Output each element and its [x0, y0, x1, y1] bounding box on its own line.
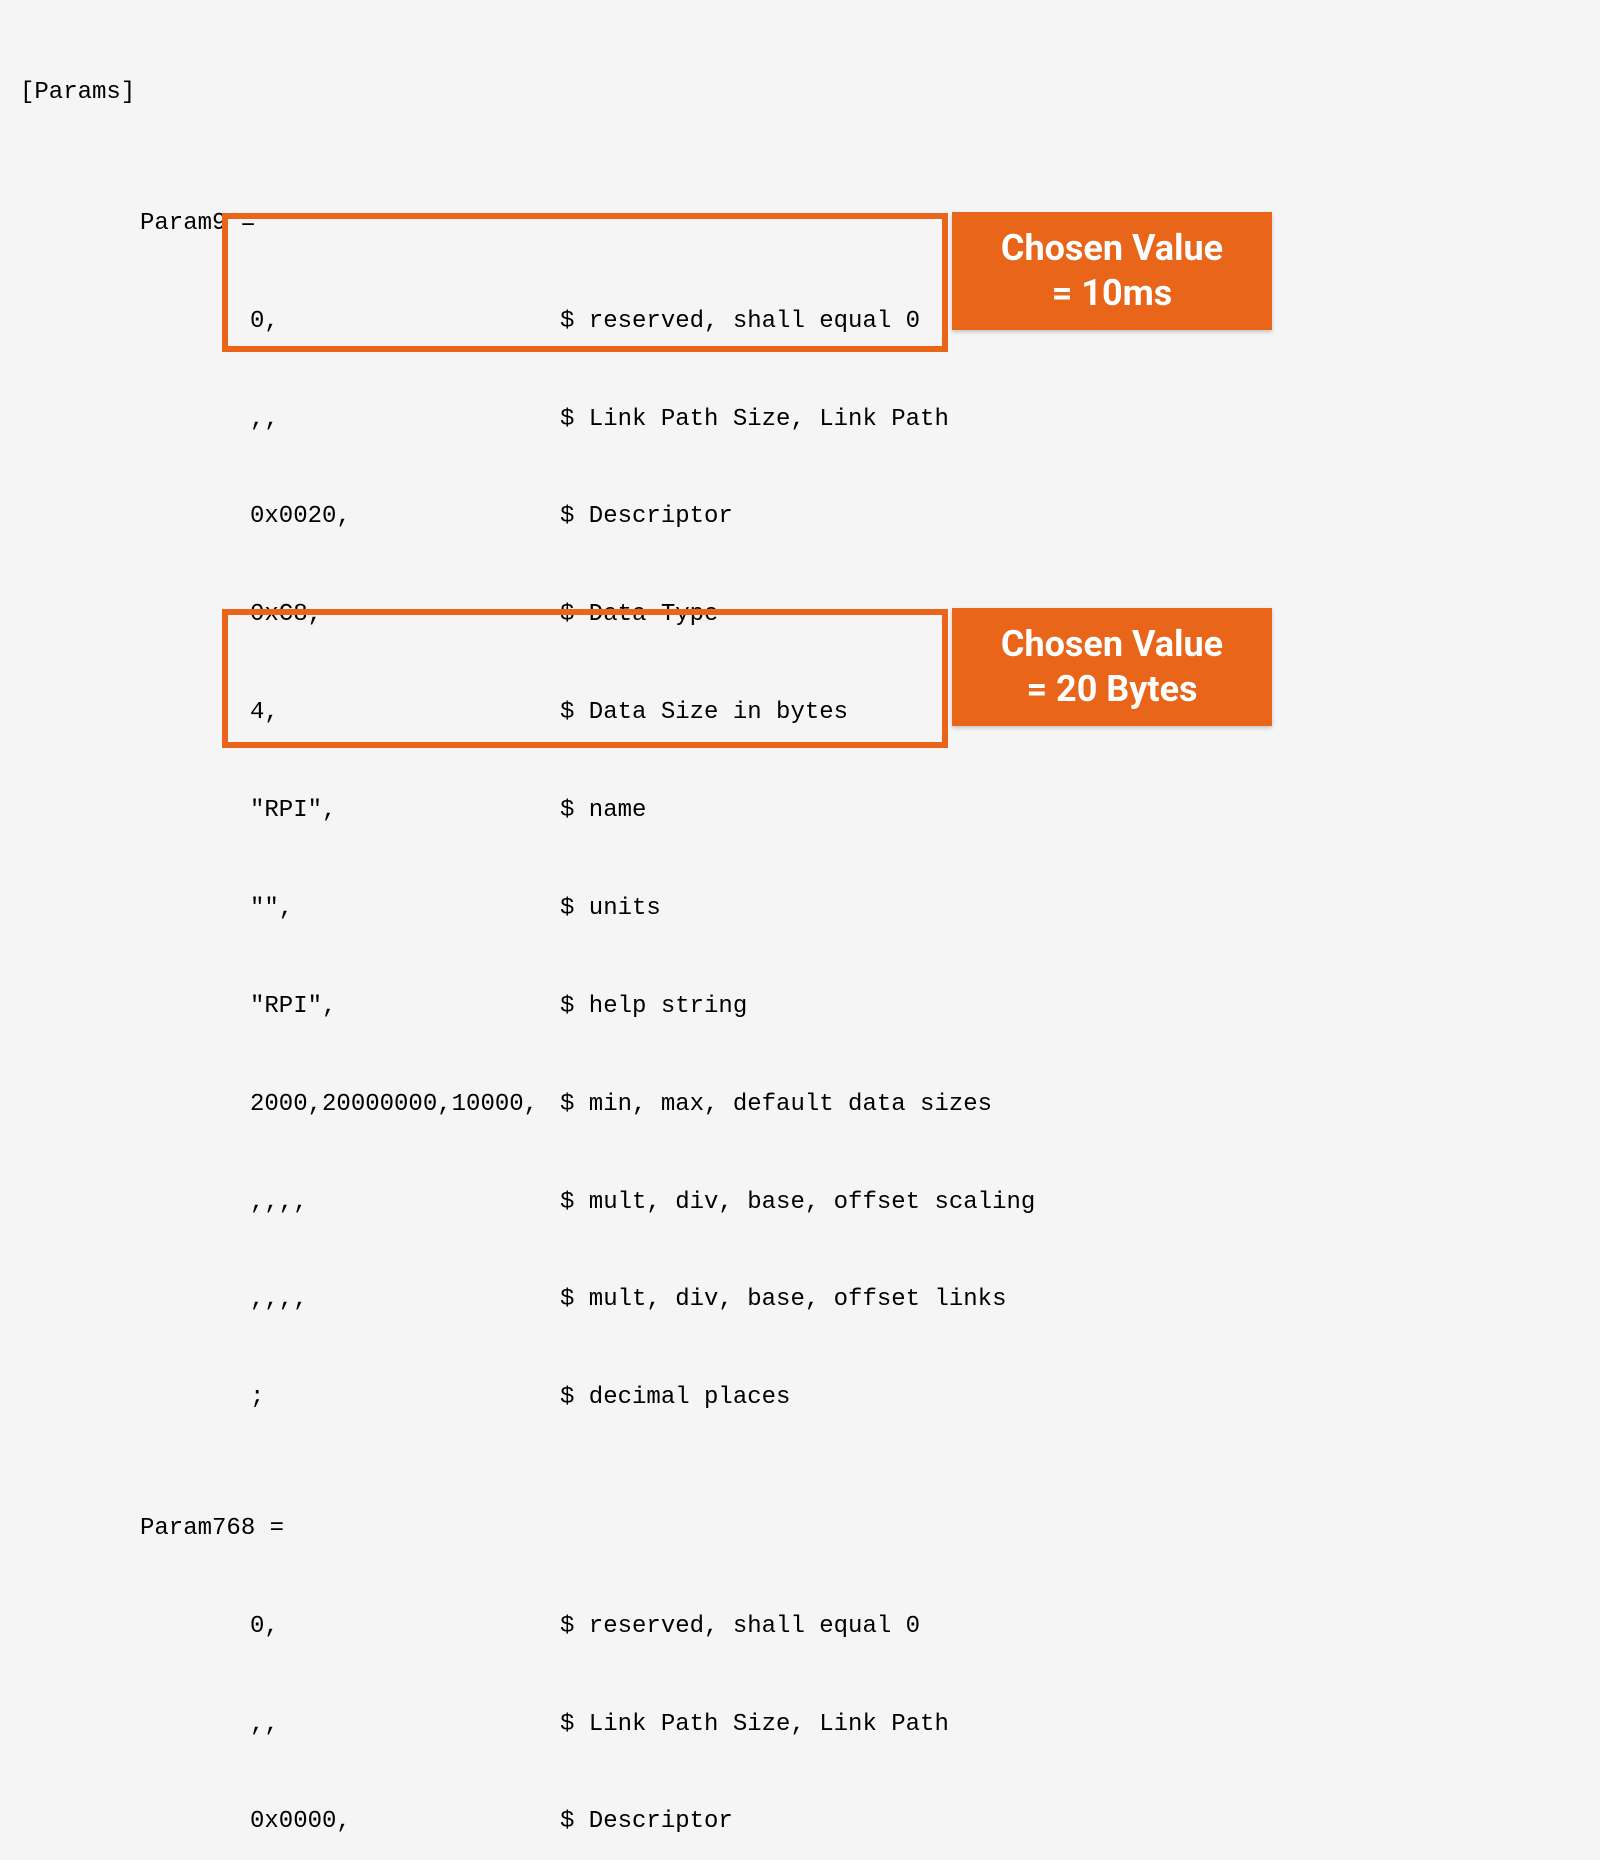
code-line: ;$ decimal places: [20, 1382, 1580, 1415]
code-block: [Params] Param9 = 0,$ reserved, shall eq…: [20, 12, 1580, 1860]
code-line: "",$ units: [20, 893, 1580, 926]
code-line: "RPI",$ help string: [20, 991, 1580, 1024]
code-line: 2000,20000000,10000,$ min, max, default …: [20, 1089, 1580, 1122]
section-header: [Params]: [20, 77, 1580, 110]
callout-2: Chosen Value = 20 Bytes: [952, 608, 1272, 726]
param-name: Param768 =: [20, 1513, 1580, 1546]
code-line: 0x0000,$ Descriptor: [20, 1806, 1580, 1839]
code-line: ,,,,$ mult, div, base, offset links: [20, 1284, 1580, 1317]
callout-1: Chosen Value = 10ms: [952, 212, 1272, 330]
code-line: 0,$ reserved, shall equal 0: [20, 1611, 1580, 1644]
param-name: Param9 =: [20, 208, 1580, 241]
code-line: 4,$ Data Size in bytes: [20, 697, 1580, 730]
code-line: ,,,,$ mult, div, base, offset scaling: [20, 1187, 1580, 1220]
code-line: 0x0020,$ Descriptor: [20, 501, 1580, 534]
code-line: 0xC8,$ Data Type: [20, 599, 1580, 632]
code-line: ,,$ Link Path Size, Link Path: [20, 404, 1580, 437]
code-line: "RPI",$ name: [20, 795, 1580, 828]
code-line: ,,$ Link Path Size, Link Path: [20, 1709, 1580, 1742]
code-line: 0,$ reserved, shall equal 0: [20, 306, 1580, 339]
